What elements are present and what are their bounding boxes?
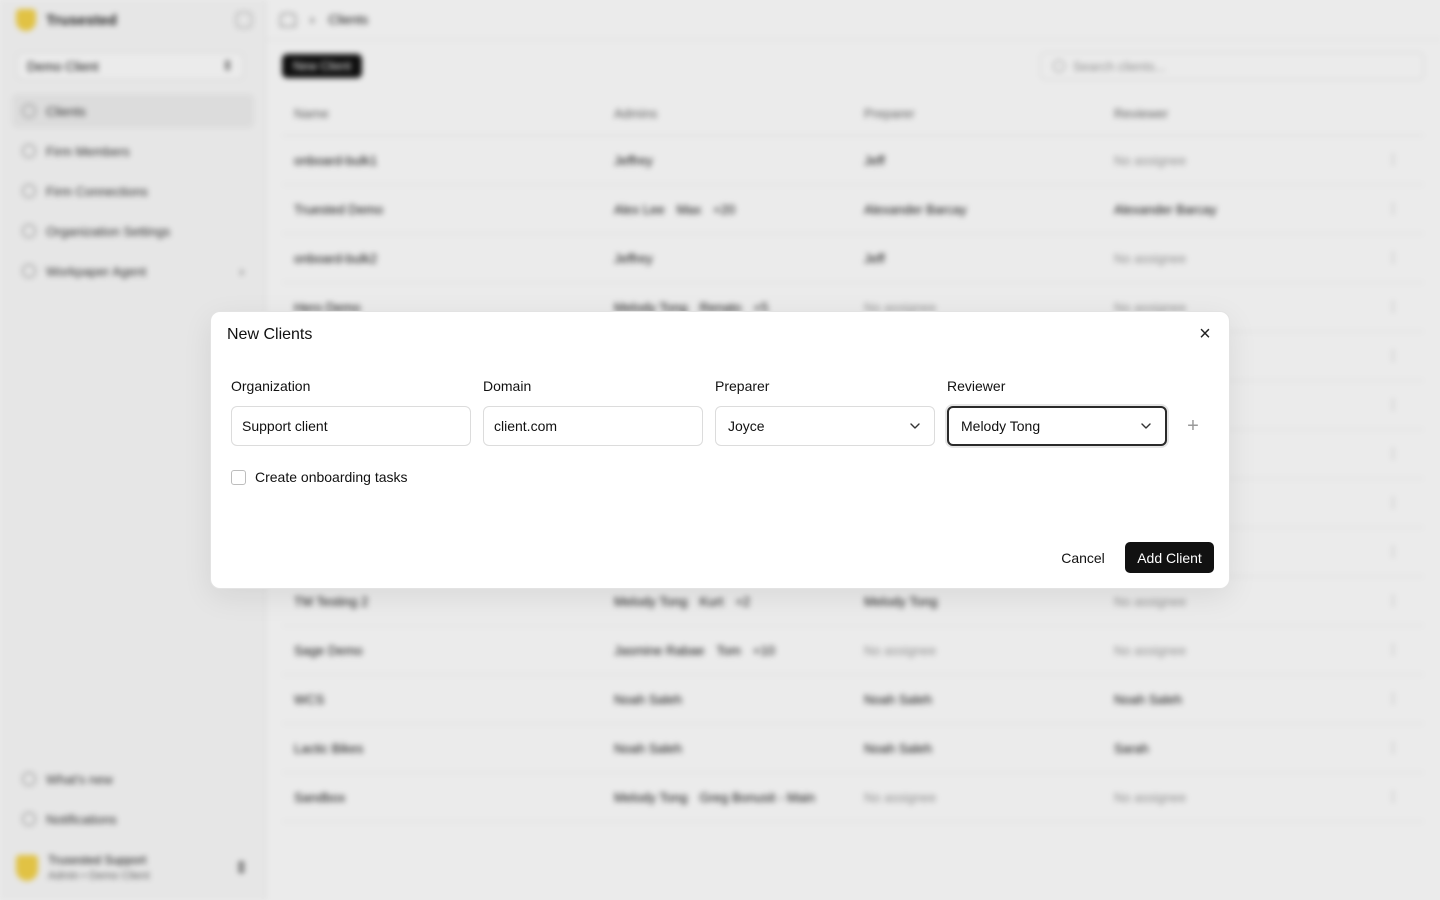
preparer-select-value: Joyce — [728, 418, 765, 434]
dialog-title: New Clients — [227, 326, 313, 343]
chevron-down-icon — [910, 423, 920, 429]
plus-icon[interactable]: + — [1182, 415, 1204, 437]
new-client-dialog: New Clients × Organization Domain Prepar… — [210, 311, 1230, 589]
onboarding-tasks-checkbox[interactable] — [231, 470, 246, 485]
close-icon[interactable]: × — [1195, 324, 1215, 344]
preparer-label: Preparer — [715, 378, 770, 394]
onboarding-tasks-label[interactable]: Create onboarding tasks — [255, 469, 408, 485]
preparer-select[interactable]: Joyce — [715, 406, 935, 446]
reviewer-select[interactable]: Melody Tong — [947, 406, 1167, 446]
organization-input[interactable] — [231, 406, 471, 446]
reviewer-select-value: Melody Tong — [961, 418, 1041, 434]
add-client-button[interactable]: Add Client — [1125, 542, 1214, 573]
domain-label: Domain — [483, 378, 532, 394]
chevron-down-icon — [1141, 423, 1151, 429]
reviewer-label: Reviewer — [947, 378, 1006, 394]
domain-input[interactable] — [483, 406, 703, 446]
cancel-button[interactable]: Cancel — [1051, 543, 1115, 573]
organization-label: Organization — [231, 378, 311, 394]
